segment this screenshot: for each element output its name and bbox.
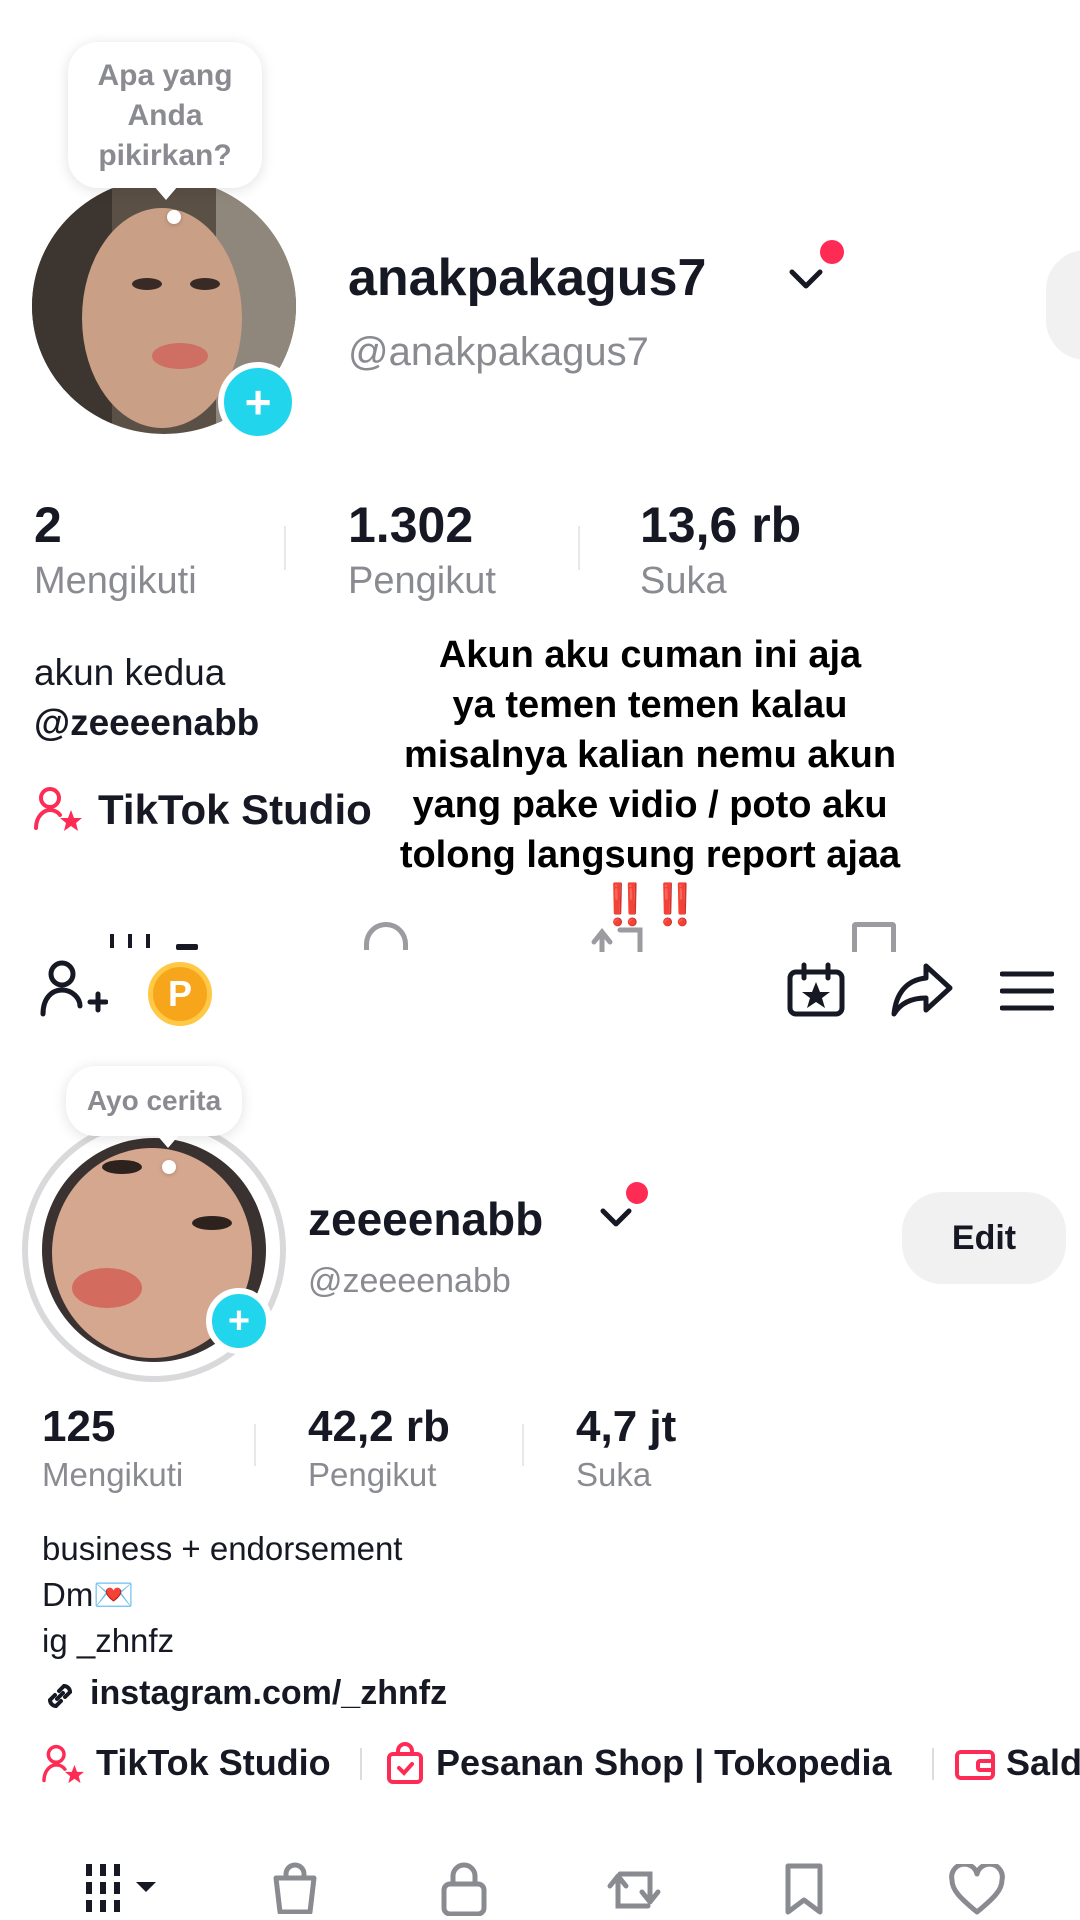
bio-mention[interactable]: @zeeeenabb xyxy=(34,702,259,744)
stat-value: 4,7 jt xyxy=(576,1402,677,1451)
bookmark-icon-partial xyxy=(852,922,896,952)
divider xyxy=(522,1424,524,1466)
lock-icon[interactable] xyxy=(440,1862,488,1916)
bubble-tail xyxy=(154,186,178,200)
stat-value: 13,6 rb xyxy=(640,497,802,553)
bubble-dot xyxy=(162,1160,176,1174)
caption-line: yang pake vidio / poto aku xyxy=(412,784,888,826)
share-icon[interactable] xyxy=(890,962,954,1018)
shop-orders-link[interactable]: Pesanan Shop | Tokopedia xyxy=(436,1742,891,1784)
heart-icon[interactable] xyxy=(948,1864,1006,1916)
stat-label: Mengikuti xyxy=(34,560,197,602)
divider xyxy=(578,526,580,570)
coin-label: P xyxy=(167,973,192,1014)
creator-star-icon xyxy=(42,1744,84,1784)
grid-icon[interactable] xyxy=(86,1864,166,1912)
divider xyxy=(254,1424,256,1466)
chevron-down-icon[interactable] xyxy=(786,264,826,294)
bubble-tail xyxy=(156,1134,180,1148)
caption-line: ya temen temen kalau xyxy=(452,684,848,726)
stat-label: Suka xyxy=(576,1456,652,1493)
dropdown-icon-partial xyxy=(176,944,198,950)
bio-line: akun kedua xyxy=(34,652,226,693)
caption-line: Akun aku cuman ini aja xyxy=(438,634,862,676)
caption-line: tolong langsung report ajaa xyxy=(399,834,901,876)
bio-line: ig _zhnfz xyxy=(42,1622,175,1659)
status-bubble[interactable]: Apa yang Anda pikirkan? xyxy=(68,42,262,188)
add-friend-icon[interactable] xyxy=(40,960,108,1018)
status-bubble-text: Ayo cerita xyxy=(86,1085,222,1116)
bubble-dot xyxy=(167,210,181,224)
chevron-down-icon[interactable] xyxy=(598,1204,634,1232)
shop-bag-icon xyxy=(387,1742,423,1784)
stat-value: 2 xyxy=(34,497,62,553)
wallet-icon xyxy=(955,1750,995,1780)
edit-profile-button[interactable]: Edit xyxy=(902,1192,1066,1284)
tiktok-studio-link[interactable]: TikTok Studio xyxy=(98,786,372,834)
display-name: zeeeenabb xyxy=(308,1193,544,1245)
notification-dot xyxy=(820,240,844,264)
repost-icon-partial xyxy=(591,927,643,952)
stat-label: Pengikut xyxy=(308,1456,437,1493)
shop-icon[interactable] xyxy=(270,1862,320,1914)
status-bubble[interactable]: Ayo cerita xyxy=(66,1066,242,1136)
handle: @anakpakagus7 xyxy=(348,330,649,374)
stat-label: Pengikut xyxy=(348,560,496,602)
calendar-star-icon[interactable] xyxy=(786,962,846,1018)
edit-label: Edit xyxy=(951,1218,1017,1257)
bio-link[interactable]: instagram.com/_zhnfz xyxy=(90,1674,447,1713)
bookmark-icon[interactable] xyxy=(782,1862,826,1916)
caption-line: misalnya kalian nemu akun xyxy=(403,734,897,776)
stat-value: 125 xyxy=(42,1402,116,1451)
status-bubble-text: Apa yang Anda pikirkan? xyxy=(97,59,233,172)
stat-value: 1.302 xyxy=(348,497,474,553)
bio-line: business + endorsement xyxy=(42,1530,403,1567)
repost-icon[interactable] xyxy=(606,1862,662,1916)
display-name: anakpakagus7 xyxy=(348,249,707,307)
grid-icon-partial xyxy=(110,934,156,948)
handle: @zeeeenabb xyxy=(308,1262,511,1300)
stat-label: Suka xyxy=(640,560,727,602)
balance-link[interactable]: Saldo xyxy=(1006,1742,1080,1784)
stat-label: Mengikuti xyxy=(42,1456,184,1493)
creator-star-icon xyxy=(34,787,82,831)
edge-button-partial[interactable] xyxy=(1046,250,1080,360)
divider xyxy=(360,1748,362,1780)
bio-line: Dm💌 xyxy=(42,1576,135,1613)
divider xyxy=(284,526,286,570)
add-story-plus-icon[interactable]: + xyxy=(206,1288,272,1354)
stat-value: 42,2 rb xyxy=(308,1402,450,1451)
notification-dot xyxy=(626,1182,648,1204)
coin-icon[interactable]: P xyxy=(148,962,212,1026)
tiktok-studio-link[interactable]: TikTok Studio xyxy=(96,1742,331,1784)
add-story-plus-icon[interactable]: + xyxy=(218,362,298,442)
divider xyxy=(932,1748,934,1780)
link-icon xyxy=(47,1683,73,1709)
menu-icon[interactable] xyxy=(1000,970,1054,1012)
